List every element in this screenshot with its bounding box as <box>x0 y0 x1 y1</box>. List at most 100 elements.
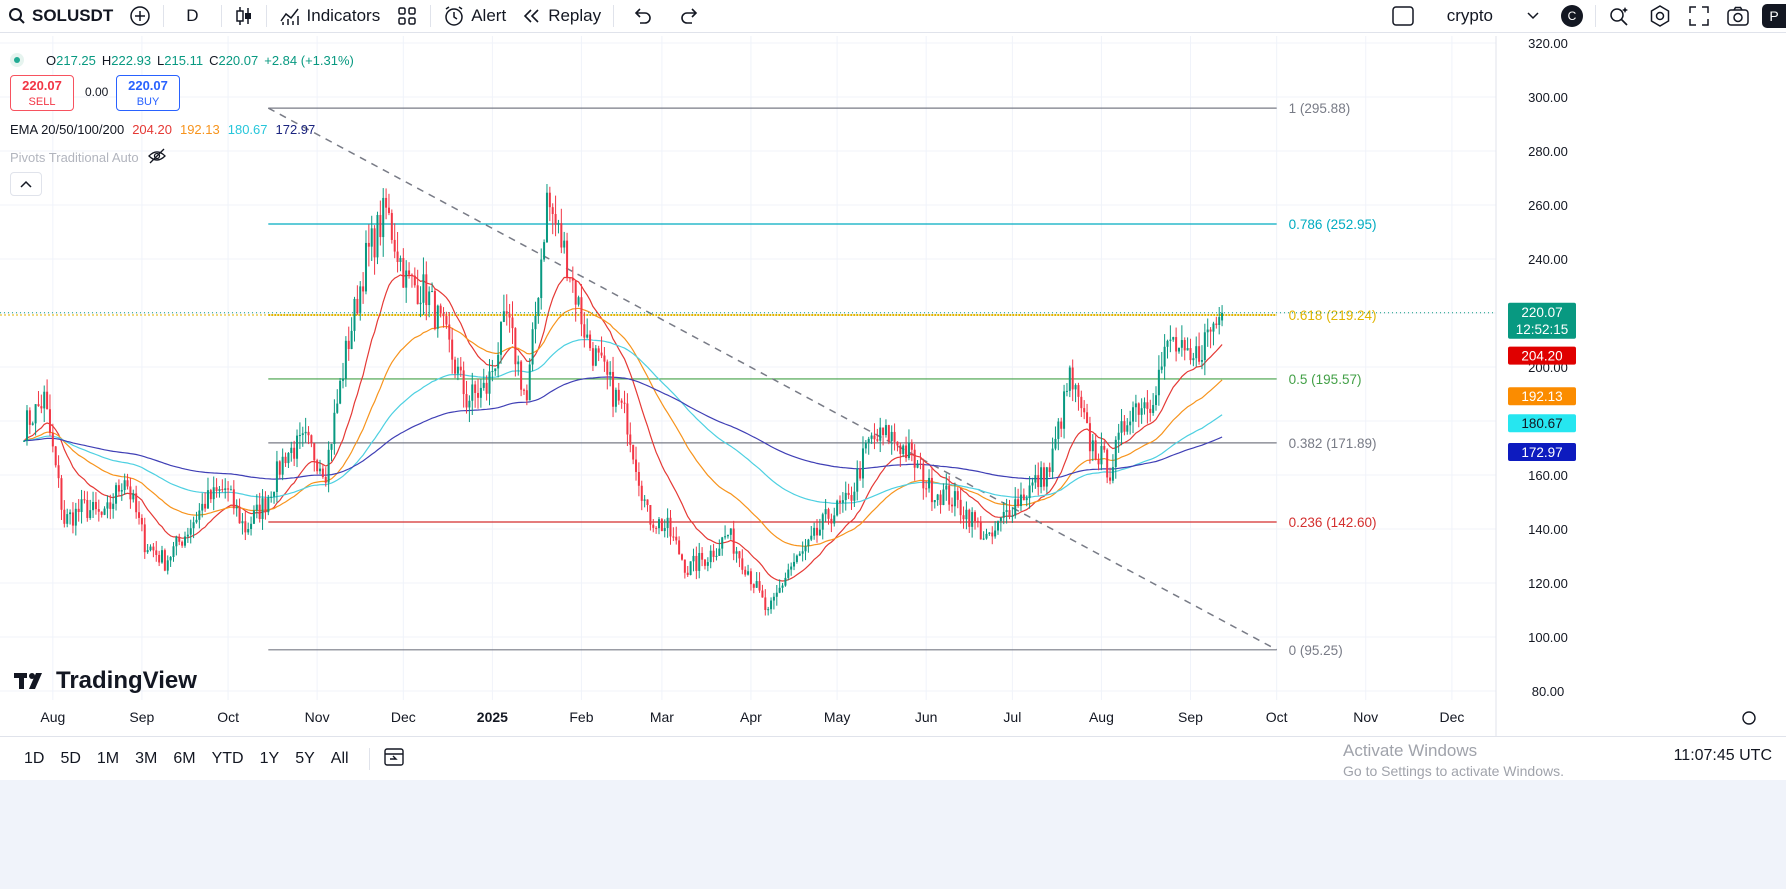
candle-body <box>508 313 511 318</box>
candle-body <box>71 512 74 526</box>
candle-body <box>97 509 100 512</box>
candle-body <box>1103 445 1106 450</box>
time-tick-label: Jun <box>915 709 938 725</box>
pivots-legend[interactable]: Pivots Traditional Auto <box>10 148 167 167</box>
candle-body <box>1163 346 1166 367</box>
range-5d[interactable]: 5D <box>52 750 88 768</box>
range-6m[interactable]: 6M <box>165 750 203 768</box>
candle-body <box>646 499 649 506</box>
candle-body <box>201 503 204 511</box>
candle-body <box>232 489 235 509</box>
range-5y[interactable]: 5Y <box>287 750 323 768</box>
candle-body <box>370 228 373 247</box>
candle-body <box>169 556 172 561</box>
candle-body <box>192 522 195 529</box>
candle-body <box>1117 432 1120 440</box>
candle-body <box>1209 329 1212 332</box>
buy-button[interactable]: 220.07 BUY <box>116 75 180 111</box>
candle-body <box>982 538 985 540</box>
collapse-legend-button[interactable] <box>10 172 42 196</box>
divider <box>368 748 370 770</box>
candle-body <box>844 492 847 501</box>
candle-body <box>586 334 589 338</box>
candle-body <box>48 409 51 433</box>
axis-settings-icon <box>1742 711 1756 725</box>
candle-body <box>994 530 997 537</box>
range-all[interactable]: All <box>323 750 357 768</box>
candle-body <box>836 500 839 516</box>
ema-legend[interactable]: EMA 20/50/100/200 204.20 192.13 180.67 1… <box>10 122 315 137</box>
candle-body <box>1157 369 1160 396</box>
candle-body <box>744 569 747 575</box>
spread-value: 0.00 <box>85 85 109 99</box>
sell-button[interactable]: 220.07 SELL <box>10 75 74 111</box>
candle-body <box>135 493 138 513</box>
candle-body <box>795 555 798 562</box>
candle-body <box>695 555 698 571</box>
candle-body <box>1215 323 1218 325</box>
watermark-title: Activate Windows <box>1343 741 1478 760</box>
candle-body <box>66 514 69 524</box>
range-ytd[interactable]: YTD <box>204 750 252 768</box>
range-1y[interactable]: 1Y <box>252 750 288 768</box>
time-tick-label: Nov <box>305 709 330 725</box>
candle-body <box>1100 445 1103 465</box>
range-3m[interactable]: 3M <box>127 750 165 768</box>
fib-level-label: 0.5 (195.57) <box>1289 372 1362 387</box>
candle-body <box>456 366 459 374</box>
candle-body <box>459 366 462 371</box>
price-tick-label: 80.00 <box>1532 684 1565 699</box>
candle-body <box>1111 467 1114 481</box>
candle-body <box>540 259 543 299</box>
candle-body <box>1040 467 1043 488</box>
candle-body <box>215 487 218 491</box>
candle-body <box>729 528 732 535</box>
candle-body <box>341 378 344 381</box>
candle-body <box>396 251 399 262</box>
price-tick-label: 320.00 <box>1528 36 1568 51</box>
candle-body <box>655 527 658 529</box>
candle-body <box>683 559 686 573</box>
ohlc-high: H222.93 <box>101 52 152 68</box>
candle-body <box>1008 510 1011 517</box>
candle-body <box>953 491 956 507</box>
candle-body <box>1120 421 1123 433</box>
candle-body <box>379 215 382 238</box>
candle-body <box>798 553 801 556</box>
eye-hidden-icon[interactable] <box>147 148 167 167</box>
candle-body <box>1134 403 1137 408</box>
candle-body <box>479 387 482 398</box>
candle-body <box>637 471 640 486</box>
ema200-value: 172.97 <box>275 122 316 137</box>
candle-body <box>304 431 307 434</box>
range-1d[interactable]: 1D <box>16 750 52 768</box>
candle-body <box>838 500 841 503</box>
candle-body <box>749 571 752 585</box>
candle-body <box>195 519 198 523</box>
price-chart[interactable]: 1 (295.88) 0.786 (252.95) 0.618 (219.24) 0.… <box>0 0 1786 736</box>
fib-level-label: 0.382 (171.89) <box>1289 436 1377 451</box>
price-tags: 220.07 12:52:15 204.20 192.13 180.67 172.97 <box>1508 302 1576 461</box>
candle-body <box>807 539 810 547</box>
candle-body <box>1206 329 1209 333</box>
candle-body <box>827 509 830 519</box>
candle-body <box>1077 385 1080 397</box>
candle-body <box>907 442 910 459</box>
fib-level-label: 0.786 (252.95) <box>1289 217 1377 232</box>
range-1m[interactable]: 1M <box>89 750 127 768</box>
candle-body <box>726 534 729 537</box>
utc-clock[interactable]: 11:07:45 UTC <box>1674 747 1772 765</box>
candle-body <box>761 590 764 598</box>
candle-body <box>1160 366 1163 370</box>
candle-body <box>755 581 758 588</box>
candle-body <box>319 468 322 472</box>
ohlc-legend: O217.25 H222.93 L215.11 C220.07 +2.84 (+… <box>10 50 354 70</box>
candle-body <box>25 410 28 441</box>
sell-price: 220.07 <box>22 78 62 93</box>
candle-body <box>985 533 988 539</box>
candle-body <box>1175 337 1178 352</box>
go-to-date-button[interactable] <box>382 746 406 773</box>
candle-body <box>491 371 494 373</box>
candle-body <box>1123 421 1126 432</box>
candle-body <box>709 550 712 563</box>
